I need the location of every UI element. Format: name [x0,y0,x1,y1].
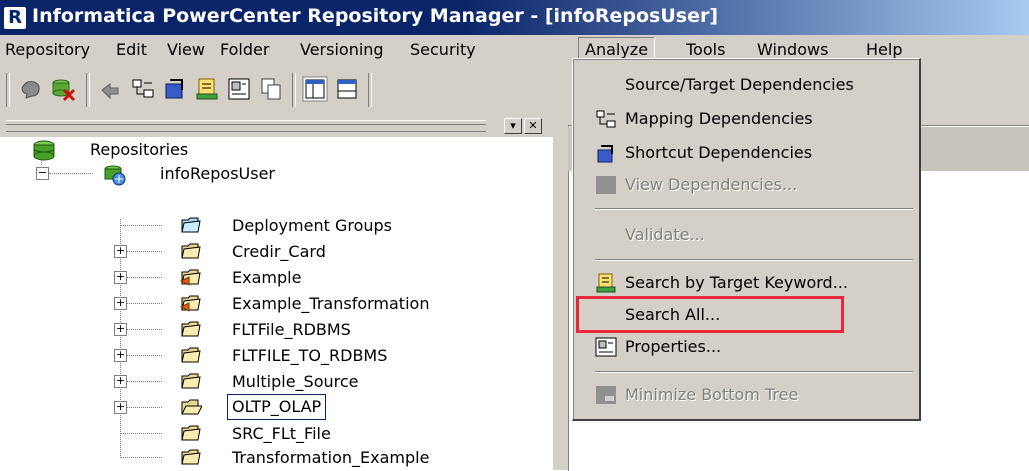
folder-example[interactable]: Example [232,265,301,291]
shortcut-dependencies-icon [597,145,613,163]
folder-icon [181,449,201,465]
mapping-dependencies-toolbar-icon[interactable] [130,76,156,102]
menu-separator [595,371,913,373]
output-view-icon[interactable] [334,76,360,102]
tree-line [127,277,162,278]
back-icon[interactable] [98,76,124,102]
window-title: Informatica PowerCenter Repository Manag… [32,5,719,27]
folder-icon [181,243,201,259]
folder-oltp-olap[interactable]: OLTP_OLAP [227,394,327,420]
repositories-icon [33,140,55,161]
menu-item-mapping-dependencies[interactable]: Mapping Dependencies [573,103,919,135]
repository-connected-icon [104,165,126,186]
title-bar: R Informatica PowerCenter Repository Man… [0,0,1029,35]
tree-repository-infoReposUser[interactable]: infoReposUser [160,161,275,187]
deployment-groups-icon [181,217,201,233]
app-logo-icon: R [4,7,26,29]
pane-grip [6,120,486,132]
folder-fltfile-to-rdbms[interactable]: FLTFILE_TO_RDBMS [232,343,387,369]
toolbar-separator [86,73,90,107]
search-keyword-icon [596,273,616,293]
menu-security[interactable]: Security [410,38,476,62]
shortcut-dependencies-toolbar-icon[interactable] [162,76,188,102]
shared-folder-icon [180,269,201,286]
pane-close-icon[interactable]: ✕ [524,118,542,134]
folder-src-flt-file[interactable]: SRC_FLt_File [232,421,331,447]
folder-icon [181,373,201,389]
copy-icon[interactable] [258,76,284,102]
tree-line [127,381,162,382]
navigator-pane-header: ▾ ✕ [0,115,553,137]
connect-repository-icon[interactable] [18,76,44,102]
tree-line [127,329,162,330]
menu-item-source-target-dependencies[interactable]: Source/Target Dependencies [573,69,919,101]
folder-multiple-source[interactable]: Multiple_Source [232,369,359,395]
repository-tree: Repositories − infoReposUser Deployment … [0,137,553,470]
properties-icon [595,337,617,357]
expand-folder-icon[interactable]: + [114,323,127,336]
expand-folder-icon[interactable]: + [114,245,127,258]
folder-deployment-groups[interactable]: Deployment Groups [232,213,392,239]
menu-edit[interactable]: Edit [116,38,147,62]
analyze-menu: Source/Target Dependencies Mapping Depen… [572,58,921,421]
tree-line [49,173,93,174]
toolbar-grip [6,73,10,107]
menu-view[interactable]: View [167,38,205,62]
properties-toolbar-icon[interactable] [226,76,252,102]
minimize-tree-icon [596,386,616,404]
tree-line [127,303,162,304]
annotation-highlight-box [576,296,844,333]
menu-item-shortcut-dependencies[interactable]: Shortcut Dependencies [573,137,919,169]
navigator-pane: ▾ ✕ Repositories − infoReposUser Deploym… [0,115,556,470]
menu-item-minimize-bottom-tree[interactable]: Minimize Bottom Tree [573,379,919,411]
folder-icon [181,321,201,337]
menu-separator [595,259,913,261]
menu-versioning[interactable]: Versioning [300,38,384,62]
tree-line [120,457,162,458]
menu-item-validate[interactable]: Validate... [573,219,919,251]
shared-folder-icon [180,295,201,312]
pane-grip-line [6,124,486,125]
folder-credir-card[interactable]: Credir_Card [232,239,326,265]
tree-line [127,251,162,252]
menu-item-properties[interactable]: Properties... [573,331,919,363]
tree-line [127,407,162,408]
view-dependencies-icon [596,176,616,194]
toolbar-separator [368,73,372,107]
menu-item-search-by-target-keyword[interactable]: Search by Target Keyword... [573,267,919,299]
expand-folder-icon[interactable]: + [114,271,127,284]
expand-folder-icon[interactable]: + [114,297,127,310]
open-folder-icon [181,399,202,415]
folder-icon [181,425,201,441]
tree-root-repositories[interactable]: Repositories [90,137,188,163]
mapping-dependencies-icon [596,110,616,128]
collapse-repository-icon[interactable]: − [36,167,49,180]
toolbar-separator [292,73,296,107]
pane-minimize-icon[interactable]: ▾ [504,118,522,134]
search-keyword-toolbar-icon[interactable] [194,76,220,102]
navigator-view-icon[interactable] [302,76,328,102]
expand-folder-icon[interactable]: + [114,349,127,362]
menu-separator [595,208,913,210]
folder-transformation-example[interactable]: Transformation_Example [232,445,429,471]
folder-example-transformation[interactable]: Example_Transformation [232,291,429,317]
tree-line [120,225,162,226]
menu-item-view-dependencies[interactable]: View Dependencies... [573,169,919,201]
folder-icon [181,347,201,363]
expand-folder-icon[interactable]: + [114,401,127,414]
tree-line [127,355,162,356]
disconnect-repository-icon[interactable] [50,76,76,102]
folder-fltfile-rdbms[interactable]: FLTFile_RDBMS [232,317,351,343]
menu-folder[interactable]: Folder [220,38,269,62]
expand-folder-icon[interactable]: + [114,375,127,388]
menu-repository[interactable]: Repository [5,38,90,62]
tree-line [120,433,162,434]
